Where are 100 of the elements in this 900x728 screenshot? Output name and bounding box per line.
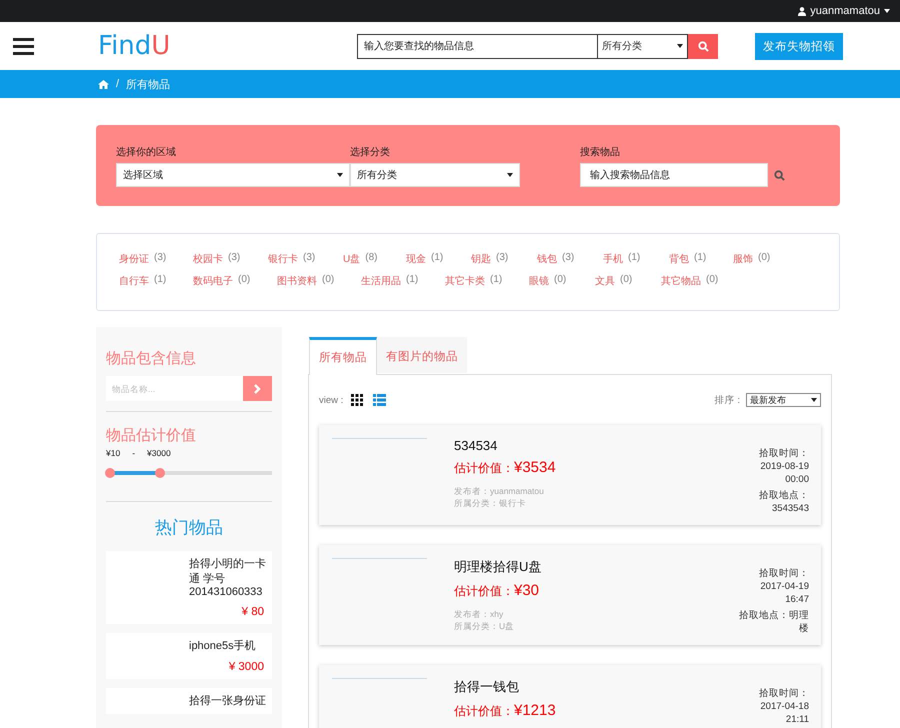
slider-handle[interactable] <box>155 468 166 478</box>
sort-select[interactable]: 最新发布 <box>746 393 821 407</box>
category-link[interactable]: 眼镜 <box>529 274 549 288</box>
caret-icon <box>811 398 817 402</box>
item-count: (1) <box>431 252 444 265</box>
hot-item-card[interactable]: 拾得一张身份证 <box>106 688 272 714</box>
item-count: (0) <box>554 274 566 287</box>
select-field[interactable]: 所有分类 <box>350 163 520 187</box>
pickup-place: 拾取地点：明理楼 <box>738 609 809 635</box>
category-select[interactable]: 所有分类 <box>597 34 688 58</box>
item-card[interactable]: 拾得一钱包 估计价值：¥1213 拾取时间：2017-04-18 21:11 <box>319 665 821 728</box>
item-count: (1) <box>628 252 640 265</box>
user-icon <box>798 6 806 16</box>
pickup-time: 拾取时间：2017-04-19 16:47 <box>758 567 809 606</box>
caret-icon <box>884 9 890 13</box>
item-count: (1) <box>406 274 418 287</box>
poster-text: 发布者：yuanmamatou <box>454 485 545 497</box>
item-count: (0) <box>706 274 718 287</box>
item-count: (1) <box>490 274 502 287</box>
category-link[interactable]: 现金 <box>406 252 426 266</box>
category-text: 所属分类：银行卡 <box>454 497 527 509</box>
category-link[interactable]: 数码电子 <box>193 274 233 288</box>
item-count: (0) <box>238 274 250 287</box>
item-count: (1) <box>154 274 166 287</box>
item-count: (0) <box>322 274 334 287</box>
category-text: 所属分类：U盘 <box>454 620 516 632</box>
item-count: (3) <box>154 252 166 265</box>
post-button[interactable]: 发布失物招领 <box>755 32 843 60</box>
sort-label: 排序 : <box>714 394 740 406</box>
search-icon <box>698 40 708 52</box>
field-label: 选择你的区域 <box>116 146 176 159</box>
select-field[interactable]: 选择区域 <box>116 163 350 187</box>
category-link[interactable]: 图书资料 <box>277 274 317 288</box>
poster-text: 发布者：xhy <box>454 608 504 620</box>
range-separator: - <box>132 448 136 458</box>
field-label: 搜索物品 <box>580 146 620 159</box>
chevron-right-icon <box>254 384 261 394</box>
category-link[interactable]: 背包 <box>669 252 689 266</box>
value-label: 估计价值： <box>454 583 514 600</box>
hot-item-card[interactable]: 拾得小明的一卡通 学号201431060333 ¥ 80 <box>106 551 272 624</box>
item-card[interactable]: 明理楼拾得U盘 估计价值：¥30 发布者：xhy 所属分类：U盘 拾取时间：2017-04-19 16:47 拾取地点：明理楼 <box>319 545 821 645</box>
item-price: ¥ 3000 <box>228 661 264 673</box>
breadcrumb-link[interactable]: 所有物品 <box>126 76 170 92</box>
field-label: 选择分类 <box>350 146 390 159</box>
category-link[interactable]: 服饰 <box>733 252 753 266</box>
logo[interactable]: FindU <box>98 31 178 61</box>
item-title: 534534 <box>454 438 498 453</box>
item-count: (1) <box>694 252 706 265</box>
category-link[interactable]: 手机 <box>603 252 623 266</box>
category-link[interactable]: 银行卡 <box>268 252 298 266</box>
section-title: 热门物品 <box>154 517 224 539</box>
section-title: 物品估计价值 <box>106 426 197 445</box>
item-card[interactable]: 534534 估计价值：¥3534 发布者：yuanmamatou 所属分类：银行卡 拾取时间：2019-08-19 00:00 拾取地点：3543543 <box>319 425 821 525</box>
price-min: ¥10 <box>106 448 120 458</box>
search-field[interactable]: 输入您要查找的物品信息 <box>357 34 597 58</box>
search-icon <box>774 170 785 180</box>
item-price: ¥1213 <box>514 702 556 719</box>
breadcrumb-separator: / <box>116 78 120 90</box>
go-button[interactable] <box>243 376 272 401</box>
value-label: 估计价值： <box>454 703 514 720</box>
item-title: 拾得小明的一卡通 学号201431060333 <box>189 557 267 598</box>
category-link[interactable]: 其它物品 <box>661 274 701 288</box>
section-title: 物品包含信息 <box>106 349 197 368</box>
pickup-time: 拾取时间：2017-04-18 21:11 <box>758 687 809 726</box>
category-link[interactable]: 钱包 <box>537 252 557 266</box>
list-view-icon[interactable] <box>373 394 386 406</box>
tab[interactable]: 有图片的物品 <box>377 337 467 373</box>
name-field[interactable]: 物品名称... <box>106 376 243 401</box>
item-count: (0) <box>620 274 632 287</box>
hot-item-card[interactable]: iphone5s手机 ¥ 3000 <box>106 633 272 679</box>
slider-handle[interactable] <box>105 468 115 478</box>
user-menu[interactable]: yuanmamatou <box>810 5 880 17</box>
search-button[interactable] <box>688 34 718 58</box>
category-link[interactable]: 自行车 <box>119 274 149 288</box>
menu-icon[interactable] <box>13 38 34 54</box>
tab[interactable]: 所有物品 <box>309 337 377 375</box>
caret-icon <box>507 173 513 177</box>
value-label: 估计价值： <box>454 460 514 477</box>
category-link[interactable]: 生活用品 <box>361 274 401 288</box>
item-count: (0) <box>758 252 770 265</box>
item-price: ¥ 80 <box>240 606 264 618</box>
category-link[interactable]: 其它卡类 <box>445 274 485 288</box>
view-label: view : <box>319 394 344 406</box>
category-link[interactable]: U盘 <box>343 252 360 266</box>
category-link[interactable]: 校园卡 <box>193 252 223 266</box>
item-title: iphone5s手机 <box>189 639 257 653</box>
category-link[interactable]: 文具 <box>595 274 615 288</box>
home-icon[interactable] <box>98 80 109 88</box>
item-title: 明理楼拾得U盘 <box>454 558 542 576</box>
item-count: (3) <box>228 252 240 265</box>
item-count: (3) <box>562 252 574 265</box>
grid-view-icon[interactable] <box>351 394 364 406</box>
price-max: ¥3000 <box>147 448 171 458</box>
price-slider[interactable] <box>105 468 272 478</box>
pickup-place: 拾取地点：3543543 <box>758 489 809 515</box>
item-count: (3) <box>303 252 316 265</box>
item-title: 拾得一张身份证 <box>189 694 267 708</box>
category-link[interactable]: 钥匙 <box>471 252 491 266</box>
pickup-time: 拾取时间：2019-08-19 00:00 <box>758 447 809 486</box>
category-link[interactable]: 身份证 <box>119 252 149 266</box>
